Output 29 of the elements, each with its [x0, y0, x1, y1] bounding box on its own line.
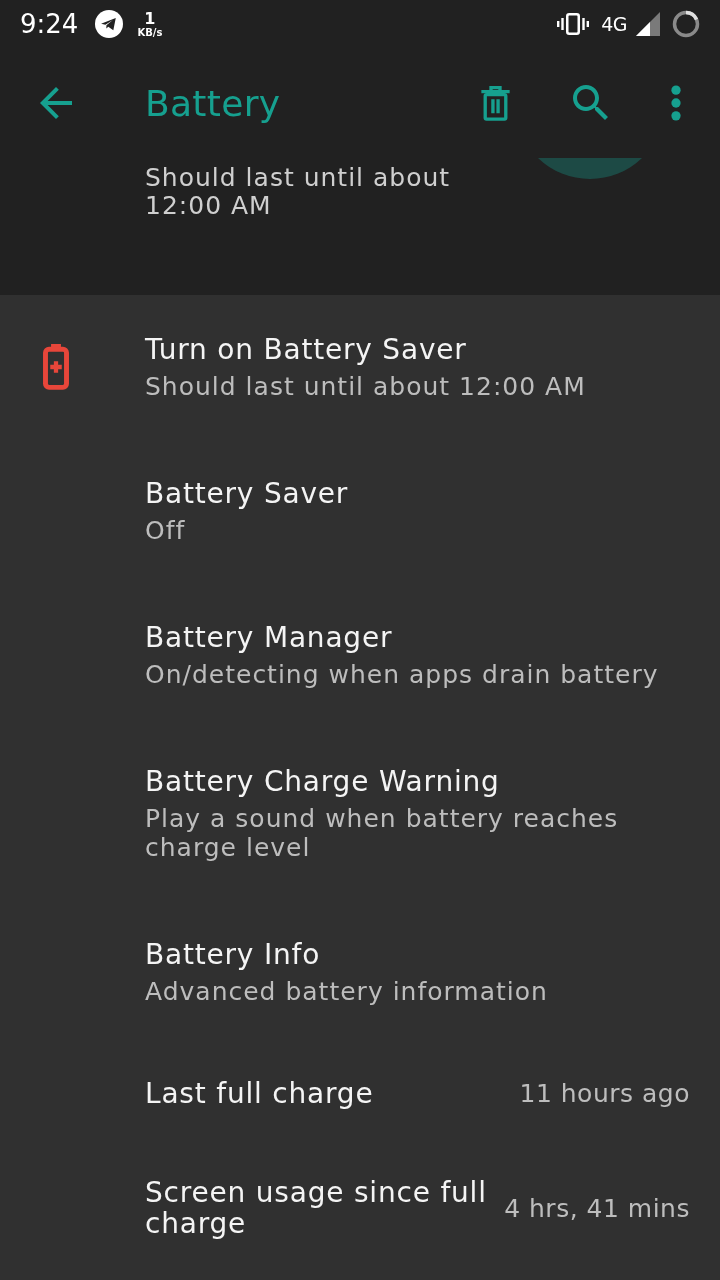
setting-title[interactable]: Screen usage since full charge: [145, 1177, 493, 1239]
back-arrow-icon[interactable]: [40, 87, 72, 119]
setting-summary: Off: [145, 516, 187, 545]
net-speed-unit: KB/s: [137, 26, 163, 38]
trash-icon[interactable]: [480, 85, 511, 121]
paper-plane-icon: [95, 10, 124, 38]
setting-summary: Advanced battery information: [145, 977, 549, 1006]
signal-icon: [636, 12, 660, 36]
search-icon[interactable]: [573, 84, 610, 122]
setting-summary: Should last until about 12:00 AM: [145, 372, 587, 401]
ring-icon: [672, 10, 700, 38]
setting-title[interactable]: Last full charge: [145, 1078, 508, 1109]
setting-title[interactable]: Battery Info: [145, 937, 690, 973]
setting-summary: Play a sound when battery reaches charge level: [145, 804, 620, 862]
battery-estimate: Should last until about 12:00 AM: [145, 164, 452, 220]
setting-title[interactable]: Battery Saver: [145, 476, 690, 512]
toolbar-title: Battery: [145, 82, 281, 124]
setting-title[interactable]: Battery Charge Warning: [145, 764, 690, 800]
setting-value: 11 hours ago: [519, 1079, 690, 1108]
setting-title[interactable]: Battery Manager: [145, 620, 690, 656]
setting-title[interactable]: Turn on Battery Saver: [145, 332, 690, 368]
status-time: 9:24: [20, 9, 79, 39]
net-speed-value: 1: [144, 10, 156, 27]
network-type: 4G: [601, 13, 627, 35]
setting-summary: On/detecting when apps drain battery: [145, 660, 660, 689]
setting-value: 4 hrs, 41 mins: [504, 1193, 690, 1223]
vibrate-icon: [557, 13, 590, 35]
more-options-icon[interactable]: [668, 85, 684, 121]
battery-plus-icon: [42, 343, 70, 390]
